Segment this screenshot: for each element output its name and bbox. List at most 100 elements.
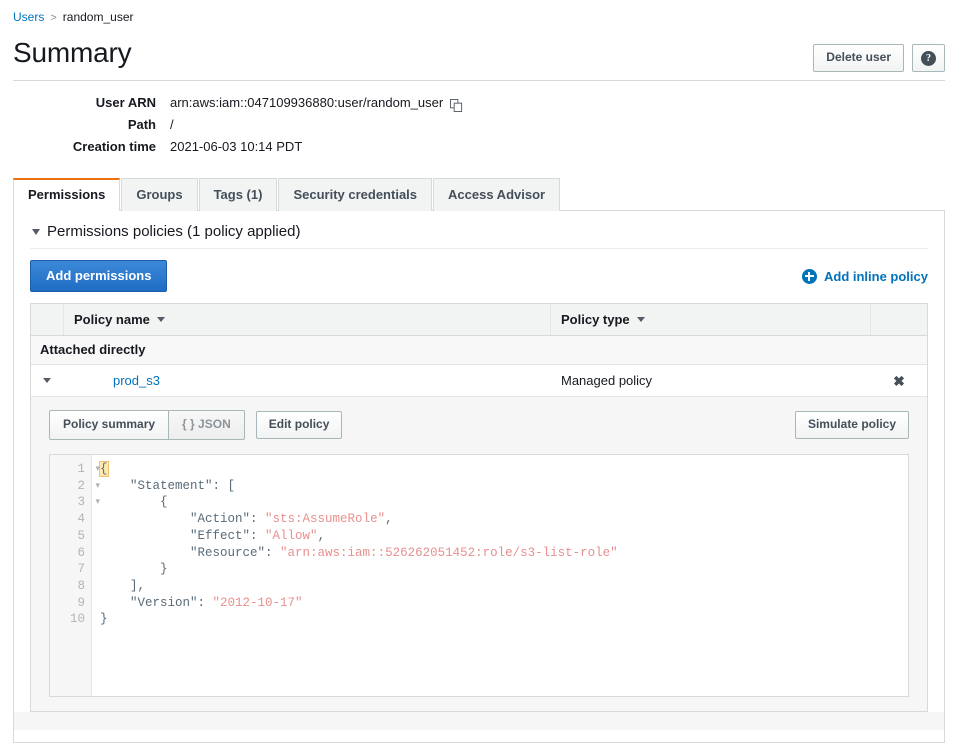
policy-json-tab[interactable]: { } JSON [169,410,245,440]
chevron-down-icon [43,378,51,383]
add-permissions-button[interactable]: Add permissions [30,260,168,292]
detail-row-path: Path / [0,114,958,136]
simulate-policy-button[interactable]: Simulate policy [794,411,909,439]
policy-type-column-header[interactable]: Policy type [550,304,870,335]
json-key-token: "Effect" [190,528,251,543]
tab-groups[interactable]: Groups [121,178,198,211]
json-token: ], [100,578,146,593]
plus-circle-icon [801,268,817,284]
path-text: / [170,117,174,132]
editor-line-number: 2 ▾ [77,478,100,493]
panel-footer-strip [14,712,944,730]
json-key-token: "Resource" [190,545,266,560]
editor-line-number: 5 [77,528,85,543]
editor-line-number: 1 ▾ [77,462,100,476]
policy-name-cell: prod_s3 [63,373,551,388]
chevron-down-icon [32,228,40,235]
editor-line: "Version": "2012-10-17" [100,595,908,612]
user-detail-list: User ARN arn:aws:iam::047109936880:user/… [0,81,958,158]
json-token: : [197,595,213,610]
editor-line: { [99,461,908,478]
tab-security-credentials[interactable]: Security credentials [278,178,433,211]
breadcrumb-separator: > [50,12,57,24]
policy-name-column-header[interactable]: Policy name [64,304,550,335]
permissions-policies-heading: Permissions policies (1 policy applied) [47,223,301,240]
editor-line: ], [100,578,908,595]
breadcrumb-link-users[interactable]: Users [13,10,44,24]
copy-icon[interactable] [450,97,463,112]
json-token: , [317,528,326,543]
tab-tags[interactable]: Tags (1) [198,178,278,211]
detail-row-user-arn: User ARN arn:aws:iam::047109936880:user/… [0,92,958,114]
permissions-toolbar: Add permissions Add inline policy [14,249,944,303]
sort-descending-icon [636,317,645,322]
fold-caret-icon[interactable]: ▾ [95,494,100,511]
editor-line-number: 6 [77,545,85,560]
policy-type-value: Managed policy [561,373,653,388]
policy-type-cell: Managed policy [551,373,871,388]
editor-code-content[interactable]: { "Statement": [ { "Action": "sts:Assume… [92,455,908,696]
policy-type-header-label: Policy type [561,312,630,327]
add-inline-policy-label: Add inline policy [823,268,928,284]
policy-view-segmented-control: Policy summary { } JSON Edit policy [49,410,343,440]
editor-line-numbers: 1 ▾ 2 ▾ 3 ▾ 4 5 6 7 8 9 10 [50,455,100,696]
permissions-policies-section-header[interactable]: Permissions policies (1 policy applied) [14,211,944,248]
breadcrumb-current: random_user [62,10,134,24]
remove-policy-button[interactable]: ✖ [871,374,927,388]
expand-column-header [31,304,64,335]
policy-json-editor[interactable]: 1 ▾ 2 ▾ 3 ▾ 4 5 6 7 8 9 10 { "Statement": [ { "Actio… [49,454,909,697]
page-title: Summary [13,37,132,68]
edit-policy-button[interactable]: Edit policy [255,411,343,439]
detail-value: / [170,114,174,136]
editor-line-number: 3 ▾ [77,495,100,510]
editor-line-number: 4 [77,512,85,527]
fold-caret-icon[interactable]: ▾ [95,478,100,495]
remove-column-header [870,304,927,335]
tabs-container: Permissions Groups Tags (1) Security cre… [13,177,945,211]
editor-line: "Action": "sts:AssumeRole", [100,511,908,528]
table-row: prod_s3 Managed policy ✖ [31,365,927,397]
delete-user-button[interactable]: Delete user [813,44,904,72]
json-key-token: "Version" [130,595,198,610]
json-key-token: "Statement" [130,478,213,493]
policy-name-header-label: Policy name [74,312,150,327]
page-header: Summary Delete user ? [0,26,958,72]
matching-brace-highlight: { [99,461,109,477]
policy-link-prod-s3[interactable]: prod_s3 [113,373,160,388]
json-string-token: "2012-10-17" [212,595,303,610]
json-string-token: "arn:aws:iam::526262051452:role/s3-list-… [280,545,618,560]
policy-group-row: Attached directly [31,336,927,365]
json-token: , [385,512,393,527]
detail-label: Creation time [72,139,156,154]
detail-row-creation-time: Creation time 2021-06-03 10:14 PDT [0,136,958,158]
header-actions: Delete user ? [813,36,945,72]
editor-line: } [100,611,908,628]
json-string-token: "sts:AssumeRole" [265,512,386,527]
json-string-token: "Allow" [265,528,318,543]
editor-line-number: 9 [77,595,85,610]
editor-line: "Statement": [ [100,478,908,495]
row-expand-toggle[interactable] [31,378,63,383]
json-token: } [100,562,168,577]
policy-table: Policy name Policy type Attached directl… [30,303,928,712]
editor-line: { [100,494,908,511]
permissions-panel: Permissions policies (1 policy applied) … [13,210,945,743]
user-arn-text: arn:aws:iam::047109936880:user/random_us… [170,95,444,110]
editor-line-number: 10 [69,612,85,627]
editor-line: "Effect": "Allow", [100,528,908,545]
editor-line: "Resource": "arn:aws:iam::526262051452:r… [100,545,908,562]
json-key-token: "Action" [190,512,251,527]
tab-permissions[interactable]: Permissions [13,178,121,211]
fold-caret-icon[interactable]: ▾ [95,461,100,478]
add-inline-policy-link[interactable]: Add inline policy [801,268,928,284]
tab-list: Permissions Groups Tags (1) Security cre… [13,177,945,211]
sort-descending-icon [156,317,165,322]
tab-access-advisor[interactable]: Access Advisor [433,178,561,211]
policy-detail-toolbar: Policy summary { } JSON Edit policy Simu… [31,410,927,440]
policy-summary-tab[interactable]: Policy summary [49,410,170,440]
help-button[interactable]: ? [912,44,945,72]
question-mark-icon: ? [921,50,936,66]
